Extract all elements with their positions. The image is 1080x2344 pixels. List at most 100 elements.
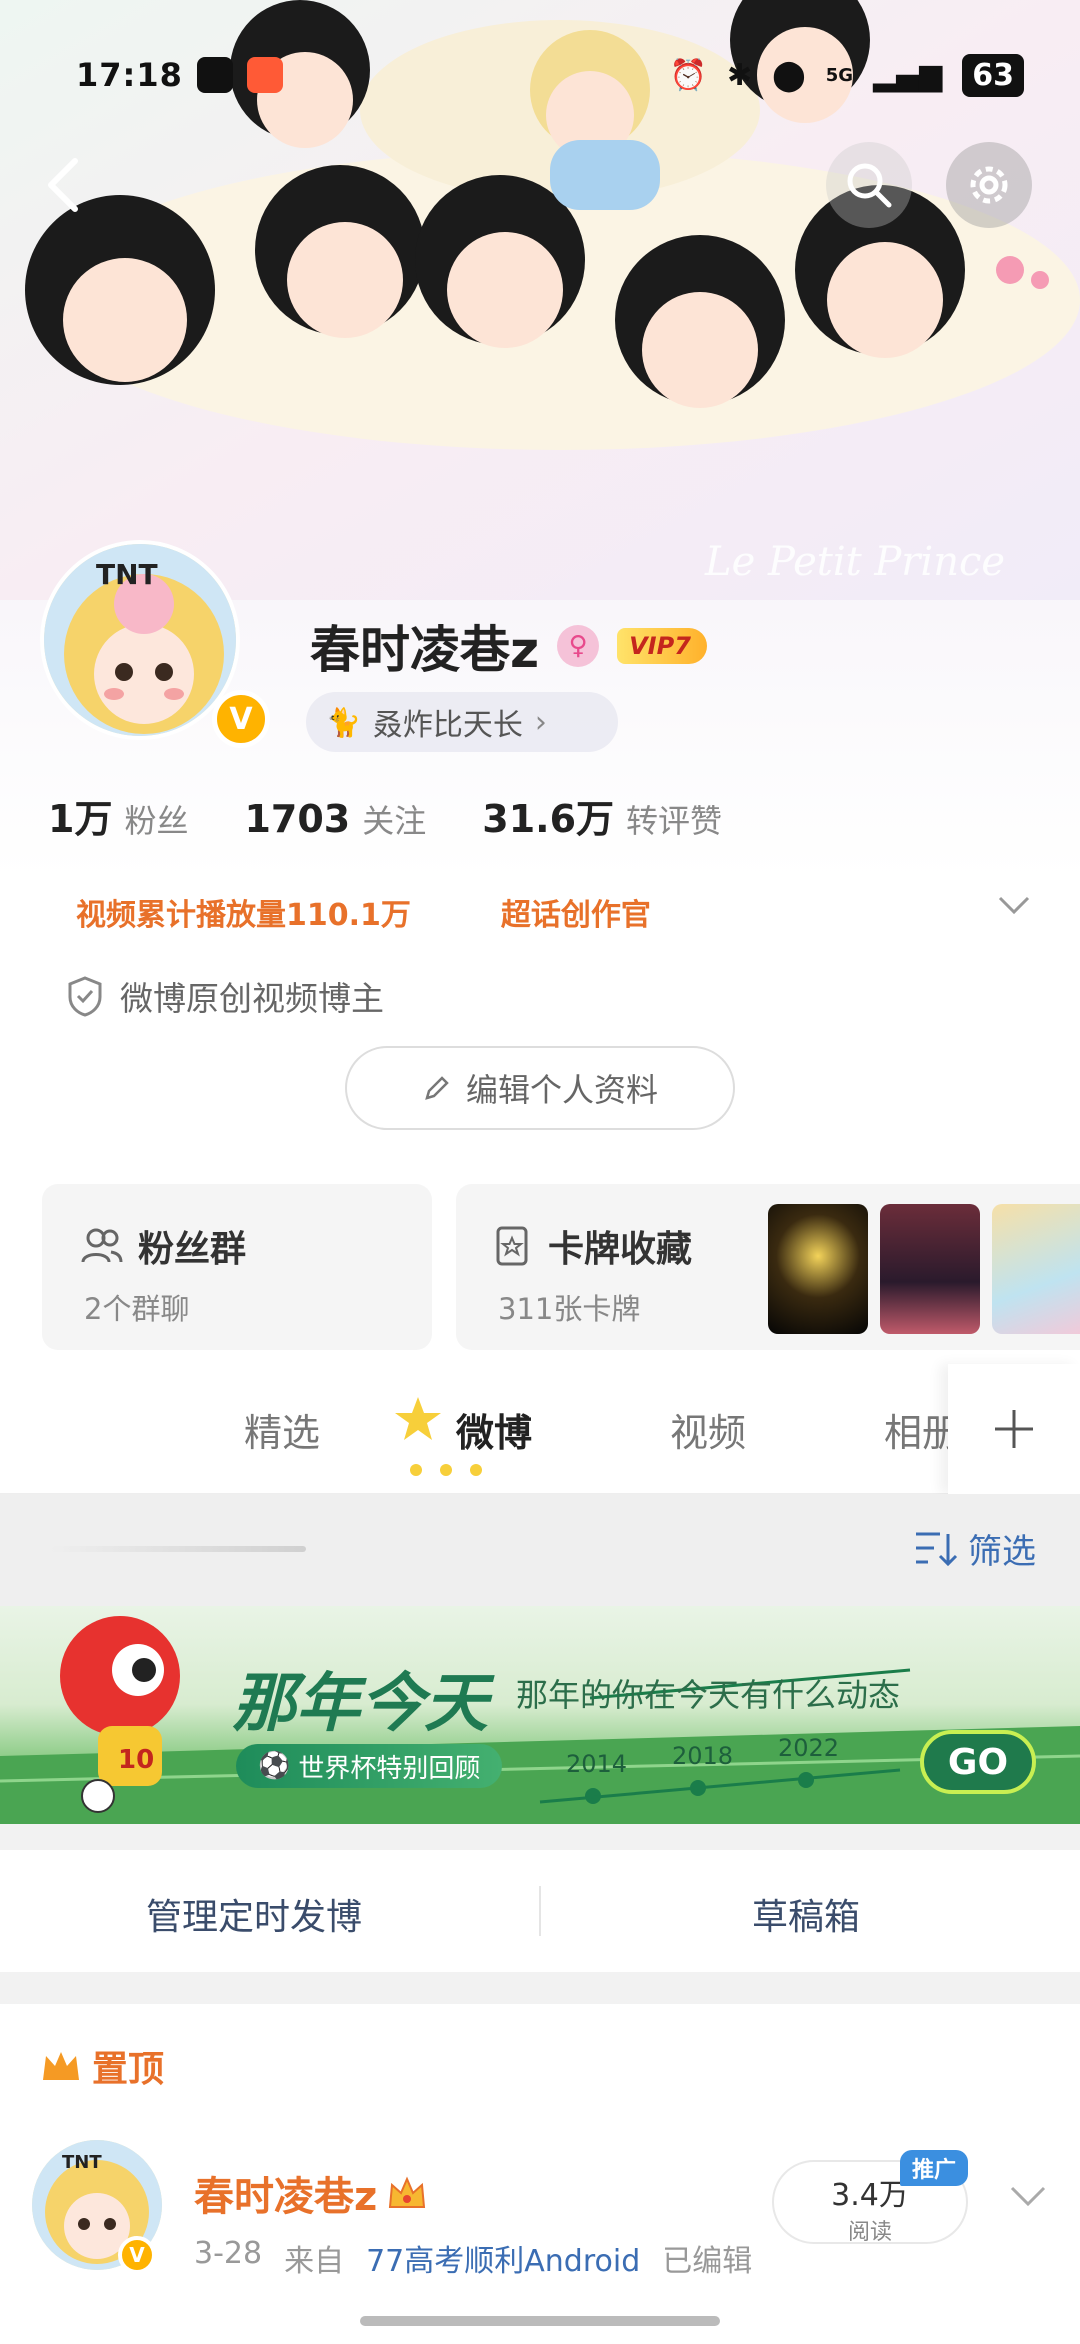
avatar-image: TNT — [40, 540, 240, 740]
stat-following-num: 1703 — [244, 797, 351, 841]
fans-group-title: 粉丝群 — [80, 1220, 246, 1272]
scheduled-posts-button[interactable]: 管理定时发博 — [146, 1888, 362, 1940]
pin-label-text: 置顶 — [92, 2049, 165, 2090]
fans-group-card[interactable]: 粉丝群 2个群聊 — [42, 1184, 432, 1350]
card-collection-label: 卡牌收藏 — [548, 1229, 693, 1270]
gear-icon — [970, 166, 1008, 204]
crown-badge-icon — [389, 2176, 426, 2208]
read-label: 阅读 — [847, 2220, 892, 2245]
cat-icon: 🐈 — [326, 705, 361, 739]
memories-subtitle: 那年的你在今天有什么动态 — [516, 1676, 901, 1714]
year-label: 2018 — [672, 1742, 734, 1770]
shield-icon — [68, 976, 102, 1017]
profile-stats: 1万 粉丝 1703 关注 31.6万 转评赞 — [48, 788, 722, 843]
divider — [539, 1886, 541, 1936]
post-author-name[interactable]: 春时凌巷z — [194, 2164, 377, 2222]
vip-badge[interactable]: VIP7 — [617, 628, 707, 664]
card-thumbnail[interactable] — [768, 1204, 868, 1334]
signal-icon: ▂▄▆ — [873, 57, 943, 93]
card-collection-sub: 311张卡牌 — [498, 1292, 641, 1326]
back-arrow-icon — [48, 158, 78, 212]
card-thumbnail[interactable] — [880, 1204, 980, 1334]
add-tab-button[interactable] — [948, 1364, 1080, 1494]
drafts-button[interactable]: 草稿箱 — [752, 1888, 860, 1940]
chevron-down-icon[interactable] — [996, 894, 1032, 918]
post-meta: 3-28 来自 77高考顺利Android 已编辑 — [194, 2236, 752, 2280]
memories-banner[interactable]: 10 那年今天 那年的你在今天有什么动态 ⚽ 世界杯特别回顾 2014 2018… — [0, 1606, 1080, 1824]
people-icon — [81, 1228, 123, 1263]
svg-text:10: 10 — [118, 1745, 154, 1775]
stat-following-label: 关注 — [362, 802, 427, 840]
star-mascot-icon — [395, 1397, 441, 1440]
crown-icon — [43, 2052, 79, 2080]
location-icon: ⬤ — [772, 57, 806, 93]
pencil-icon — [425, 1076, 449, 1100]
profile-tabs: 精选 微博 视频 相册 — [0, 1364, 1080, 1494]
username: 春时凌巷z — [310, 621, 540, 679]
home-indicator[interactable] — [360, 2316, 720, 2326]
stat-likes[interactable]: 31.6万 转评赞 — [482, 788, 722, 843]
memories-title: 那年今天 — [232, 1667, 488, 1741]
stat-likes-label: 转评赞 — [626, 802, 723, 840]
search-icon — [847, 163, 892, 208]
tab-selected[interactable]: 精选 — [244, 1402, 320, 1457]
card-collection-title: 卡牌收藏 — [494, 1220, 692, 1272]
tab-video[interactable]: 视频 — [670, 1402, 746, 1457]
bio-text: 叒炸比天长 — [372, 708, 523, 743]
active-tab-indicator — [410, 1464, 482, 1476]
fans-group-sub: 2个群聊 — [84, 1292, 190, 1326]
go-button[interactable]: GO — [920, 1730, 1036, 1794]
card-thumbnail[interactable] — [992, 1204, 1080, 1334]
post-source[interactable]: 77高考顺利Android — [366, 2236, 640, 2280]
super-topic-title[interactable]: 超话创作官 — [501, 890, 651, 934]
bluetooth-icon: ✱ — [727, 57, 753, 93]
post-verified-icon: V — [118, 2236, 156, 2274]
filter-placeholder — [50, 1546, 306, 1552]
filter-icon — [916, 1532, 958, 1566]
svg-text:Le Petit Prince: Le Petit Prince — [704, 539, 1005, 585]
post-date: 3-28 — [194, 2236, 263, 2271]
svg-text:TNT: TNT — [62, 2152, 102, 2173]
post-edited: 已编辑 — [662, 2244, 753, 2279]
tab-weibo[interactable]: 微博 — [456, 1402, 532, 1457]
tiktok-icon — [196, 57, 233, 93]
post-author-row: 春时凌巷z — [194, 2164, 427, 2222]
video-play-count[interactable]: 视频累计播放量110.1万 — [76, 890, 411, 934]
settings-button[interactable] — [946, 142, 1032, 228]
svg-text:TNT: TNT — [96, 558, 158, 591]
highlight-row: 视频累计播放量110.1万 超话创作官 — [76, 890, 651, 934]
post-actions: 管理定时发博 草稿箱 — [0, 1850, 1080, 1972]
fans-group-label: 粉丝群 — [138, 1229, 247, 1270]
profile-info: 视频累计播放量110.1万 超话创作官 微博原创视频博主 编辑个人资料 — [0, 880, 1080, 1164]
filter-label: 筛选 — [968, 1532, 1036, 1572]
stat-fans[interactable]: 1万 粉丝 — [48, 788, 188, 843]
verified-badge-icon: V — [212, 690, 270, 748]
worldcup-tag-label: 世界杯特别回顾 — [298, 1753, 481, 1784]
stat-following[interactable]: 1703 关注 — [244, 796, 426, 842]
plus-icon — [995, 1410, 1033, 1448]
promote-badge[interactable]: 推广 — [900, 2150, 969, 2186]
filter-bar: 筛选 — [0, 1494, 1080, 1606]
back-button[interactable] — [20, 142, 106, 228]
edit-profile-button[interactable]: 编辑个人资料 — [345, 1046, 735, 1130]
stat-fans-num: 1万 — [48, 797, 113, 841]
card-collection-card[interactable]: 卡牌收藏 311张卡牌 — [456, 1184, 1080, 1350]
certification-row: 微博原创视频博主 — [66, 972, 384, 1020]
video-app-icon — [246, 57, 283, 93]
edit-profile-label: 编辑个人资料 — [465, 1071, 658, 1109]
year-label: 2014 — [566, 1750, 628, 1778]
pin-label: 置顶 — [40, 2040, 164, 2092]
filter-button[interactable]: 筛选 — [914, 1524, 1036, 1573]
post-from-label: 来自 — [284, 2244, 345, 2279]
chevron-down-icon[interactable] — [1008, 2184, 1048, 2210]
female-gender-icon: ♀ — [557, 625, 600, 667]
worldcup-tag: ⚽ 世界杯特别回顾 — [236, 1744, 503, 1788]
card-star-icon — [496, 1226, 528, 1266]
search-button[interactable] — [826, 142, 912, 228]
card-thumbnails — [768, 1204, 1080, 1334]
bio-pill[interactable]: 🐈 叒炸比天长 › — [306, 692, 618, 752]
profile-header: Le Petit Prince 17:18 ⏰ ✱ ⬤ 5G ▂▄▆ 63 TN… — [0, 0, 1080, 880]
certification-text: 微博原创视频博主 — [120, 979, 384, 1018]
pinned-post[interactable]: 置顶 TNT V 春时凌巷z 3-28 来自 77高考顺利Android 已编辑… — [0, 2004, 1080, 2344]
network-indicator: 5G — [825, 64, 854, 86]
